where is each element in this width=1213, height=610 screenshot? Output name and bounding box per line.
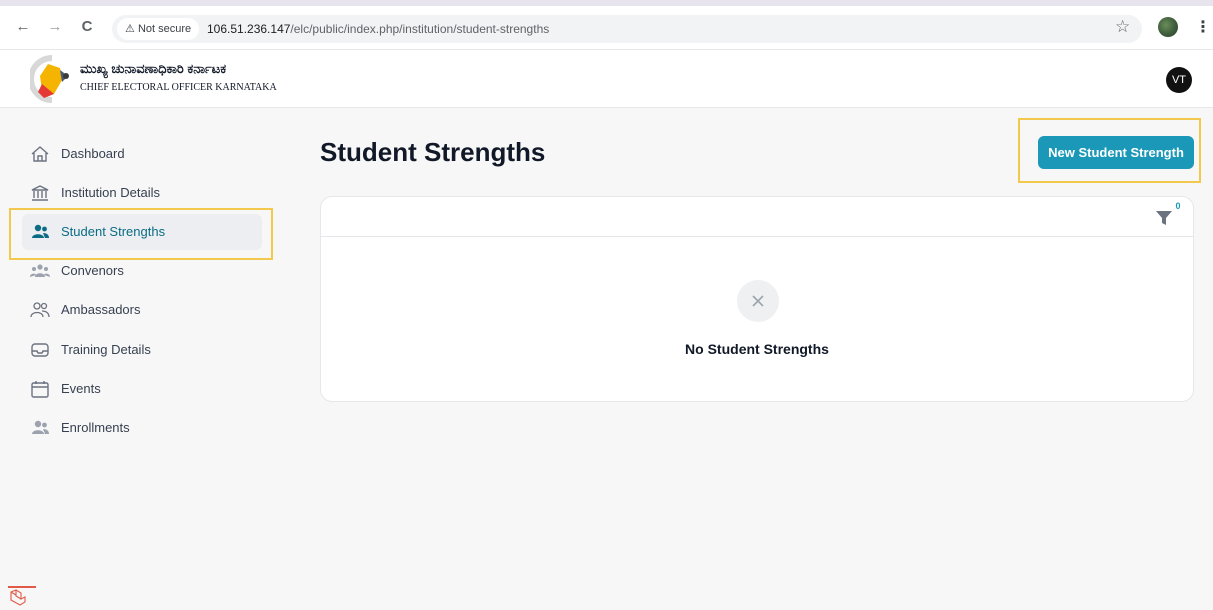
security-label: Not secure [137, 23, 192, 35]
table-toolbar: 0 [321, 197, 1193, 237]
sidebar-item-training-details[interactable]: Training Details [22, 332, 262, 368]
sidebar-item-ambassadors[interactable]: Ambassadors [22, 292, 262, 328]
star-icon[interactable]: ☆ [1115, 17, 1130, 37]
user-pair-icon [30, 302, 50, 318]
ceo-logo[interactable] [28, 54, 74, 104]
highlight-box-sidebar [9, 208, 273, 260]
sidebar-item-institution-details[interactable]: Institution Details [22, 175, 262, 211]
kebab-icon[interactable]: ⋮ [1195, 17, 1211, 37]
sidebar: Dashboard Institution Details Student St… [0, 108, 290, 610]
empty-state-text: No Student Strengths [685, 341, 829, 357]
new-student-strength-button[interactable]: New Student Strength [1038, 136, 1194, 169]
page-title: Student Strengths [320, 137, 546, 167]
sidebar-item-label: Institution Details [61, 185, 160, 200]
user-avatar[interactable]: VT [1166, 67, 1192, 93]
sidebar-item-label: Enrollments [61, 420, 130, 435]
sidebar-item-label: Events [61, 381, 101, 396]
browser-toolbar: ← → C ⚠ Not secure 106.51.236.147/elc/pu… [0, 0, 1213, 50]
table-card: 0 No Student Strengths [320, 196, 1194, 402]
home-icon [31, 146, 49, 162]
sidebar-item-label: Ambassadors [61, 302, 141, 317]
warning-icon: ⚠ [125, 23, 135, 35]
arrow-right-icon[interactable]: → [46, 18, 64, 36]
filter-count-badge: 0 [1171, 199, 1185, 213]
laravel-icon [8, 586, 36, 610]
bank-icon [31, 185, 49, 201]
sidebar-item-label: Training Details [61, 342, 151, 357]
app-header: ಮುಖ್ಯ ಚುನಾವಣಾಧಿಕಾರಿ ಕರ್ನಾಟಕ CHIEF ELECTO… [0, 50, 1213, 108]
tray-icon [31, 343, 49, 357]
sidebar-item-events[interactable]: Events [22, 371, 262, 407]
sidebar-item-label: Dashboard [61, 146, 125, 161]
close-icon [737, 280, 779, 322]
sidebar-item-dashboard[interactable]: Dashboard [22, 136, 262, 172]
address-bar[interactable]: ⚠ Not secure 106.51.236.147/elc/public/i… [112, 15, 1142, 43]
reload-icon[interactable]: C [78, 18, 96, 36]
security-chip[interactable]: ⚠ Not secure [117, 18, 200, 40]
user-group-icon [30, 264, 50, 277]
arrow-left-icon[interactable]: ← [14, 18, 32, 36]
calendar-icon [31, 381, 49, 398]
filter-icon[interactable] [1155, 209, 1173, 227]
url-text[interactable]: 106.51.236.147/elc/public/index.php/inst… [207, 15, 549, 43]
profile-avatar[interactable] [1158, 17, 1178, 37]
tab-strip [0, 0, 1213, 6]
logo-title-kannada: ಮುಖ್ಯ ಚುನಾವಣಾಧಿಕಾರಿ ಕರ್ನಾಟಕ [80, 61, 227, 76]
logo-title-english: CHIEF ELECTORAL OFFICER KARNATAKA [80, 82, 277, 93]
users-icon [32, 420, 49, 434]
sidebar-item-enrollments[interactable]: Enrollments [22, 410, 262, 446]
